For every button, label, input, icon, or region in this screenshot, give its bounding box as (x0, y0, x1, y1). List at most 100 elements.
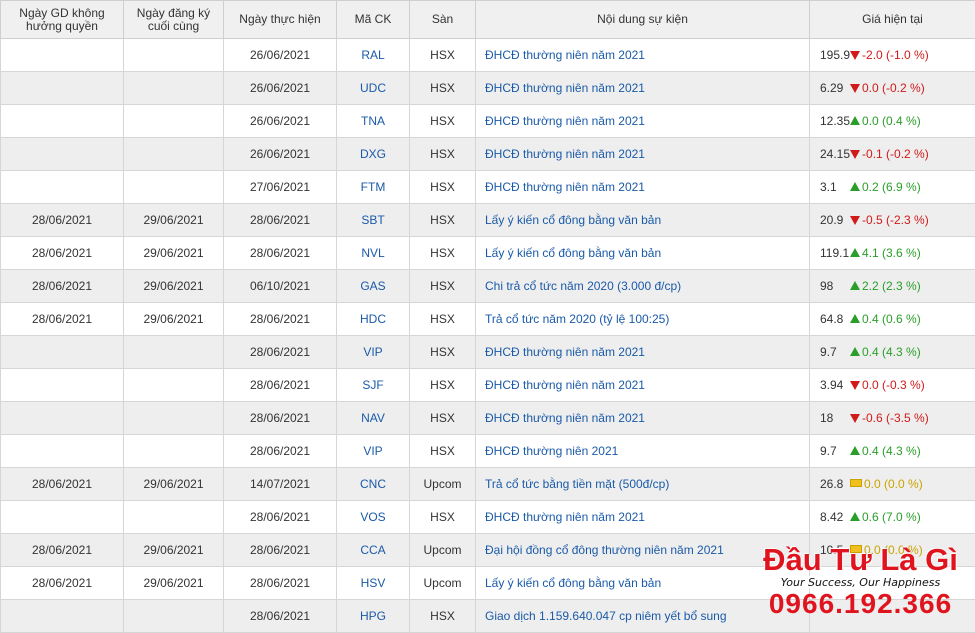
event-link[interactable]: Trả cổ tức bằng tiền mặt (500đ/cp) (476, 468, 810, 501)
header-stock-code[interactable]: Mã CK (337, 1, 410, 39)
price-change: 0.4 (4.3 %) (862, 345, 921, 359)
event-link[interactable]: ĐHCĐ thường niên năm 2021 (476, 72, 810, 105)
price-cell: 24.15-0.1 (-0.2 %) (810, 138, 975, 171)
event-link[interactable]: ĐHCĐ thường niên năm 2021 (476, 336, 810, 369)
stock-code-link[interactable]: DXG (337, 138, 410, 171)
event-link[interactable]: ĐHCĐ thường niên năm 2021 (476, 138, 810, 171)
price-value: 3.94 (820, 378, 850, 392)
table-row: 28/06/202129/06/202114/07/2021CNCUpcomTr… (1, 468, 975, 501)
stock-code-link[interactable]: HDC (337, 303, 410, 336)
record-date-cell: 29/06/2021 (124, 303, 224, 336)
table-row: 26/06/2021TNAHSXĐHCĐ thường niên năm 202… (1, 105, 975, 138)
stock-code-link[interactable]: CNC (337, 468, 410, 501)
event-link[interactable]: ĐHCĐ thường niên năm 2021 (476, 39, 810, 72)
table-row: 28/06/2021NAVHSXĐHCĐ thường niên năm 202… (1, 402, 975, 435)
stock-code-link[interactable]: VIP (337, 435, 410, 468)
header-event-content[interactable]: Nội dung sự kiện (476, 1, 810, 39)
price-change: 4.1 (3.6 %) (862, 246, 921, 260)
record-date-cell: 29/06/2021 (124, 204, 224, 237)
table-row: 26/06/2021DXGHSXĐHCĐ thường niên năm 202… (1, 138, 975, 171)
stock-code-link[interactable]: VOS (337, 501, 410, 534)
exchange-cell: HSX (410, 336, 476, 369)
stock-code-link[interactable]: VIP (337, 336, 410, 369)
arrow-up-icon (850, 182, 860, 191)
exchange-cell: Upcom (410, 567, 476, 600)
corporate-events-table: Ngày GD không hưởng quyền Ngày đăng ký c… (0, 0, 975, 633)
execution-date-cell: 28/06/2021 (224, 534, 337, 567)
arrow-down-icon (850, 150, 860, 159)
exchange-cell: HSX (410, 204, 476, 237)
unchanged-icon (850, 479, 862, 487)
event-link[interactable]: Chi trả cổ tức năm 2020 (3.000 đ/cp) (476, 270, 810, 303)
price-change: 0.2 (6.9 %) (862, 180, 921, 194)
price-value: 26.8 (820, 477, 850, 491)
execution-date-cell: 28/06/2021 (224, 567, 337, 600)
exchange-cell: HSX (410, 39, 476, 72)
stock-code-link[interactable]: NVL (337, 237, 410, 270)
stock-code-link[interactable]: FTM (337, 171, 410, 204)
event-link[interactable]: ĐHCĐ thường niên năm 2021 (476, 171, 810, 204)
record-date-cell (124, 72, 224, 105)
price-change: 0.4 (0.6 %) (862, 312, 921, 326)
record-date-cell (124, 402, 224, 435)
price-change: -0.1 (-0.2 %) (862, 147, 929, 161)
header-ex-rights-date[interactable]: Ngày GD không hưởng quyền (1, 1, 124, 39)
exchange-cell: HSX (410, 435, 476, 468)
execution-date-cell: 28/06/2021 (224, 402, 337, 435)
arrow-down-icon (850, 216, 860, 225)
event-link[interactable]: ĐHCĐ thường niên năm 2021 (476, 402, 810, 435)
stock-code-link[interactable]: HPG (337, 600, 410, 633)
price-change: 0.0 (-0.3 %) (862, 378, 925, 392)
event-link[interactable]: ĐHCĐ thường niên năm 2021 (476, 105, 810, 138)
price-cell: 9.70.4 (4.3 %) (810, 435, 975, 468)
table-row: 26/06/2021RALHSXĐHCĐ thường niên năm 202… (1, 39, 975, 72)
table-row: 28/06/2021VOSHSXĐHCĐ thường niên năm 202… (1, 501, 975, 534)
header-record-date[interactable]: Ngày đăng ký cuối cùng (124, 1, 224, 39)
arrow-down-icon (850, 414, 860, 423)
stock-code-link[interactable]: TNA (337, 105, 410, 138)
table-row: 28/06/2021VIPHSXĐHCĐ thường niên năm 202… (1, 336, 975, 369)
ex-rights-date-cell (1, 402, 124, 435)
watermark-phone: 0966.192.366 (748, 589, 973, 619)
record-date-cell: 29/06/2021 (124, 237, 224, 270)
price-value: 8.42 (820, 510, 850, 524)
arrow-down-icon (850, 84, 860, 93)
arrow-up-icon (850, 512, 860, 521)
record-date-cell: 29/06/2021 (124, 534, 224, 567)
event-link[interactable]: Lấy ý kiến cổ đông bằng văn bản (476, 237, 810, 270)
exchange-cell: HSX (410, 72, 476, 105)
header-execution-date[interactable]: Ngày thực hiện (224, 1, 337, 39)
exchange-cell: HSX (410, 600, 476, 633)
event-link[interactable]: ĐHCĐ thường niên năm 2021 (476, 501, 810, 534)
price-value: 9.7 (820, 345, 850, 359)
stock-code-link[interactable]: RAL (337, 39, 410, 72)
price-value: 20.9 (820, 213, 850, 227)
stock-code-link[interactable]: HSV (337, 567, 410, 600)
exchange-cell: HSX (410, 138, 476, 171)
table-row: 28/06/202129/06/202128/06/2021NVLHSXLấy … (1, 237, 975, 270)
header-exchange[interactable]: Sàn (410, 1, 476, 39)
record-date-cell (124, 39, 224, 72)
price-change: 0.0 (0.0 %) (864, 477, 923, 491)
event-link[interactable]: ĐHCĐ thường niên năm 2021 (476, 369, 810, 402)
record-date-cell (124, 171, 224, 204)
execution-date-cell: 28/06/2021 (224, 204, 337, 237)
execution-date-cell: 28/06/2021 (224, 369, 337, 402)
event-link[interactable]: ĐHCĐ thường niên 2021 (476, 435, 810, 468)
event-link[interactable]: Lấy ý kiến cổ đông bằng văn bản (476, 204, 810, 237)
stock-code-link[interactable]: GAS (337, 270, 410, 303)
record-date-cell (124, 600, 224, 633)
price-change: 0.6 (7.0 %) (862, 510, 921, 524)
arrow-up-icon (850, 248, 860, 257)
stock-code-link[interactable]: NAV (337, 402, 410, 435)
stock-code-link[interactable]: SJF (337, 369, 410, 402)
exchange-cell: HSX (410, 303, 476, 336)
event-link[interactable]: Trả cổ tức năm 2020 (tỷ lệ 100:25) (476, 303, 810, 336)
stock-code-link[interactable]: CCA (337, 534, 410, 567)
stock-code-link[interactable]: UDC (337, 72, 410, 105)
table-row: 28/06/2021SJFHSXĐHCĐ thường niên năm 202… (1, 369, 975, 402)
price-change: 2.2 (2.3 %) (862, 279, 921, 293)
header-current-price[interactable]: Giá hiện tại (810, 1, 975, 39)
price-cell: 119.14.1 (3.6 %) (810, 237, 975, 270)
stock-code-link[interactable]: SBT (337, 204, 410, 237)
